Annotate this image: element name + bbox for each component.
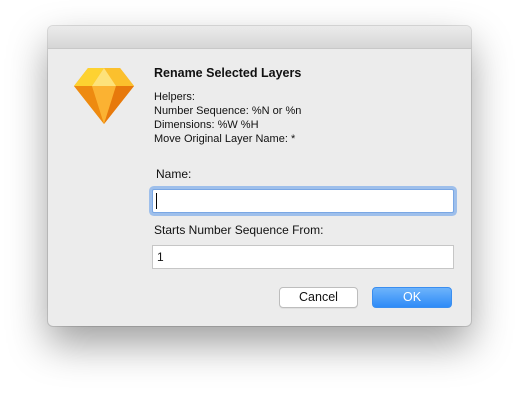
name-label: Name: [156,167,192,181]
text-caret [156,193,157,209]
title-bar[interactable] [48,26,471,49]
helpers-line: Move Original Layer Name: * [154,133,296,145]
sequence-start-label: Starts Number Sequence From: [154,223,324,237]
helpers-line: Helpers: [154,91,195,103]
ok-button[interactable]: OK [372,287,452,308]
rename-layers-dialog: Rename Selected Layers Helpers: Number S… [48,26,471,326]
cancel-button[interactable]: Cancel [279,287,358,308]
sketch-diamond-icon [72,66,136,126]
helpers-line: Dimensions: %W %H [154,119,259,131]
name-input[interactable] [152,189,454,213]
sequence-start-input[interactable]: 1 [152,245,454,269]
dialog-title: Rename Selected Layers [154,66,302,80]
helpers-line: Number Sequence: %N or %n [154,105,302,117]
helpers-text: Helpers: Number Sequence: %N or %n Dimen… [154,90,301,146]
